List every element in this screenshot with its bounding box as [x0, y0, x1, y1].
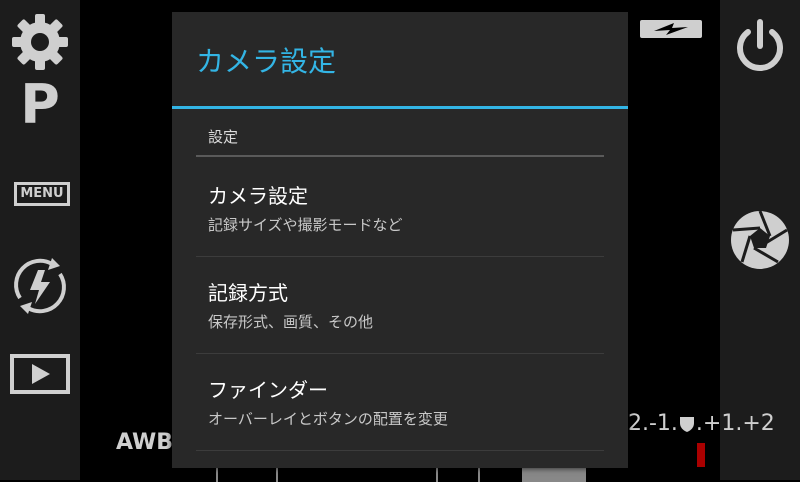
ev-current-marker	[697, 443, 705, 467]
list-divider	[196, 450, 604, 451]
right-control-bar	[720, 0, 800, 480]
camera-settings-dialog: カメラ設定 設定 カメラ設定 記録サイズや撮影モードなど 記録方式 保存形式、画…	[172, 12, 628, 468]
section-header: 設定	[208, 128, 239, 146]
ev-scale-right: .+1.+2	[695, 411, 775, 436]
shooting-mode-indicator[interactable]: P	[0, 78, 80, 132]
shield-icon	[679, 416, 694, 432]
shutter-icon	[731, 210, 789, 269]
white-balance-label[interactable]: AWB	[116, 430, 173, 455]
power-icon	[737, 19, 783, 71]
pref-summary: 記録サイズや撮影モードなど	[208, 216, 403, 234]
battery-indicator	[640, 20, 702, 42]
settings-button[interactable]	[0, 10, 80, 74]
flash-auto-icon	[14, 258, 66, 314]
power-button[interactable]	[730, 16, 790, 80]
ev-scale-left: 2.-1.	[628, 411, 678, 436]
pref-item-finder[interactable]: ファインダー オーバーレイとボタンの配置を変更	[196, 354, 604, 450]
shutter-button[interactable]	[728, 208, 792, 276]
pref-title: カメラ設定	[208, 184, 308, 208]
pref-summary: 保存形式、画質、その他	[208, 313, 374, 331]
dialog-title: カメラ設定	[196, 45, 337, 78]
pref-item-camera-settings[interactable]: カメラ設定 記録サイズや撮影モードなど	[196, 162, 604, 256]
pref-item-recording-method[interactable]: 記録方式 保存形式、画質、その他	[196, 257, 604, 353]
playback-button[interactable]	[0, 354, 80, 394]
pref-title: ファインダー	[208, 378, 328, 402]
battery-icon	[640, 20, 702, 38]
pref-title: 記録方式	[208, 281, 288, 305]
title-divider	[172, 106, 628, 109]
play-icon	[10, 354, 70, 394]
section-divider	[196, 155, 604, 157]
gear-icon	[12, 14, 68, 70]
pref-summary: オーバーレイとボタンの配置を変更	[208, 410, 448, 428]
flash-mode-button[interactable]	[0, 254, 80, 318]
menu-button[interactable]: MENU	[14, 182, 70, 206]
exposure-compensation-scale: 2.-1. .+1.+2	[628, 411, 775, 436]
left-control-bar: P MENU	[0, 0, 80, 480]
